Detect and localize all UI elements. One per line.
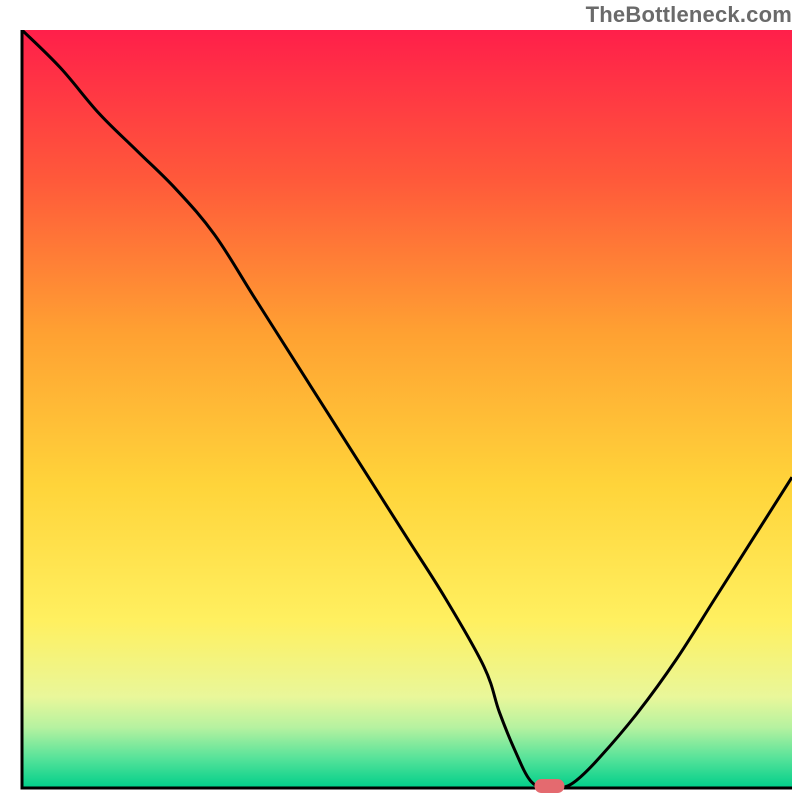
plot-background [22, 30, 792, 788]
minimum-marker [534, 779, 564, 793]
chart-container: TheBottleneck.com [0, 0, 800, 800]
bottleneck-chart [0, 0, 800, 800]
watermark-label: TheBottleneck.com [586, 2, 792, 28]
